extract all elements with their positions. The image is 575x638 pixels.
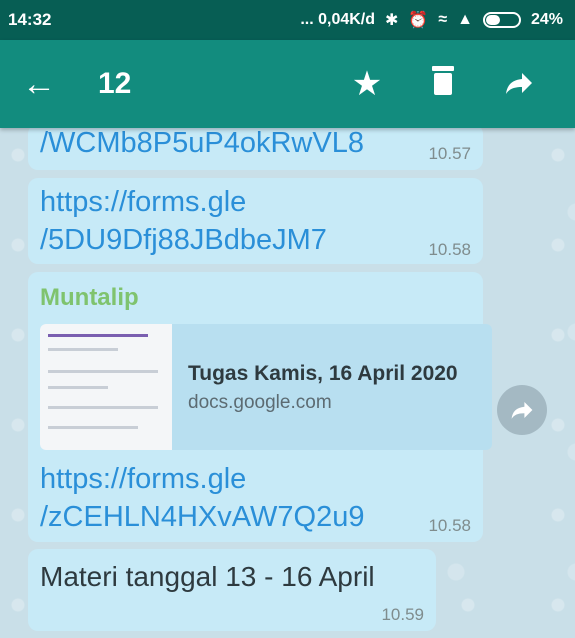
- wifi-icon: ≈: [438, 11, 448, 28]
- preview-title: Tugas Kamis, 16 April 2020: [188, 362, 458, 385]
- message-link[interactable]: /WCMb8P5uP4okRwVL8: [40, 128, 364, 162]
- status-time: 14:32: [8, 10, 52, 29]
- message-time: 10.58: [428, 240, 471, 259]
- battery-icon: [482, 12, 521, 28]
- network-speed: ... 0,04K/d: [300, 11, 376, 28]
- preview-thumbnail: [40, 324, 172, 450]
- selection-toolbar: ← 12 ★: [0, 40, 575, 128]
- chat-area[interactable]: /WCMb8P5uP4okRwVL8 10.57 https://forms.g…: [0, 128, 575, 638]
- message-bubble[interactable]: https://forms.gle /5DU9Dfj88JBdbeJM7 10.…: [28, 178, 483, 264]
- forward-icon[interactable]: [481, 65, 557, 104]
- selected-count: 12: [98, 67, 132, 100]
- message-link-line1[interactable]: https://forms.gle: [40, 183, 246, 221]
- message-link-line2[interactable]: /zCEHLN4HXvAW7Q2u9: [40, 498, 364, 536]
- signal-icon: ▲: [457, 11, 473, 28]
- status-bar: 14:32 ... 0,04K/d ✱ ⏰ ≈ ▲ 24%: [0, 0, 575, 40]
- message-time: 10.59: [381, 605, 424, 624]
- message-time: 10.57: [428, 144, 471, 163]
- trash-icon[interactable]: [405, 64, 481, 105]
- forward-message-icon[interactable]: [497, 385, 547, 435]
- message-bubble[interactable]: /WCMb8P5uP4okRwVL8 10.57: [28, 128, 483, 170]
- message-bubble[interactable]: Muntalip Tugas Kamis, 16 April 2020 docs…: [28, 272, 492, 542]
- status-icons: ... 0,04K/d ✱ ⏰ ≈ ▲ 24%: [300, 10, 563, 30]
- star-icon[interactable]: ★: [329, 64, 405, 104]
- message-text: Materi tanggal 13 - 16 April: [40, 561, 375, 592]
- message-link-line2[interactable]: /5DU9Dfj88JBdbeJM7: [40, 221, 327, 259]
- preview-domain: docs.google.com: [188, 392, 332, 413]
- alarm-icon: ⏰: [408, 12, 429, 29]
- battery-percent: 24%: [530, 11, 563, 28]
- sender-name: Muntalip: [40, 284, 139, 311]
- message-time: 10.58: [428, 516, 471, 535]
- back-arrow-icon[interactable]: ←: [22, 65, 82, 104]
- link-preview-card[interactable]: Tugas Kamis, 16 April 2020 docs.google.c…: [40, 324, 492, 450]
- message-bubble[interactable]: Materi tanggal 13 - 16 April 10.59: [28, 549, 436, 631]
- message-link-line1[interactable]: https://forms.gle: [40, 460, 246, 498]
- bluetooth-icon: ✱: [385, 12, 399, 29]
